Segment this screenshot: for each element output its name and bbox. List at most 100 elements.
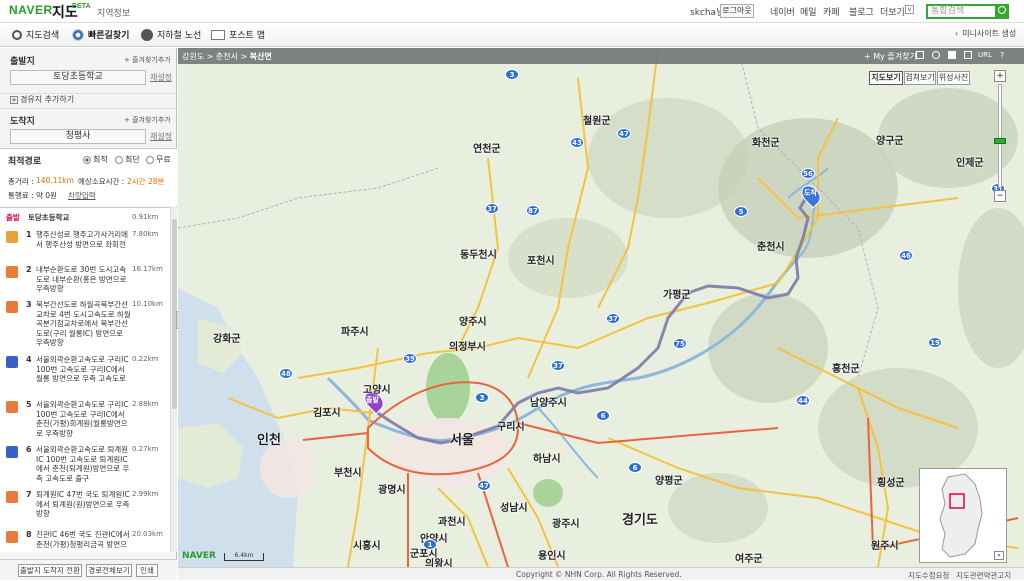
dest-label: 도착지 xyxy=(10,117,35,127)
zoom-track[interactable] xyxy=(998,84,1002,188)
tab-post-map[interactable]: 포스트 맵 xyxy=(211,28,265,41)
naver-logo[interactable]: NAVER xyxy=(9,3,53,17)
place-label[interactable]: 원주시 xyxy=(871,537,899,552)
breadcrumb-province[interactable]: 강원도 xyxy=(182,52,204,61)
origin-reset-link[interactable]: 재설정 xyxy=(150,72,172,83)
place-label[interactable]: 파주시 xyxy=(341,323,369,338)
place-label[interactable]: 양구군 xyxy=(876,132,904,147)
info-icon[interactable] xyxy=(932,51,940,59)
place-label[interactable]: 시흥시 xyxy=(353,537,381,552)
steps-scrollbar[interactable] xyxy=(170,207,177,552)
tab-route-finder[interactable]: 빠른길찾기 xyxy=(72,28,129,41)
dest-field[interactable]: 청평사 xyxy=(10,129,146,144)
nav-link-naver[interactable]: 네이버 xyxy=(770,5,795,18)
major-place-label[interactable]: 인천 xyxy=(257,429,281,448)
place-label[interactable]: 철원군 xyxy=(583,112,611,127)
help-icon[interactable]: ? xyxy=(1000,51,1004,60)
place-label[interactable]: 하남시 xyxy=(533,450,561,465)
chevron-down-icon[interactable]: v xyxy=(905,5,914,14)
route-step[interactable]: 1 행주산성로 행주고가사거리에서 행주산성 방면으로 좌회전 7.80km xyxy=(6,230,166,264)
map-terms-link[interactable]: 지도관련약관고지 xyxy=(956,570,1011,581)
place-label[interactable]: 강화군 xyxy=(213,330,241,345)
map-canvas[interactable]: 출발 도착 철원군 화천군 양구군 인제군 연천군 동두천시 포천시 춘천시 가평군 파주시 양주시… xyxy=(178,48,1024,567)
search-icon[interactable] xyxy=(995,4,1009,19)
option-optimal[interactable]: 최적 xyxy=(83,154,108,165)
route-step[interactable]: 4 서울외곽순환고속도로 구리IC 100번 고속도로 구리IC에서 월롱 방면으… xyxy=(6,355,166,389)
dest-reset-link[interactable]: 재설정 xyxy=(150,131,172,142)
nav-link-mail[interactable]: 메일 xyxy=(800,5,817,18)
nav-link-more[interactable]: 더보기 xyxy=(880,5,905,18)
place-label[interactable]: 홍천군 xyxy=(832,360,860,375)
major-place-label[interactable]: 경기도 xyxy=(622,509,658,528)
route-shield-icon: 37 xyxy=(551,360,565,371)
zoom-out-button[interactable]: − xyxy=(994,190,1006,202)
place-label[interactable]: 화천군 xyxy=(752,134,780,149)
place-label[interactable]: 남양주시 xyxy=(530,394,567,409)
add-waypoint-button[interactable]: + 경유지 추가하기 xyxy=(10,94,74,105)
place-label[interactable]: 부천시 xyxy=(334,464,362,479)
subway-icon xyxy=(141,28,153,41)
nav-link-blog[interactable]: 블로그 xyxy=(849,5,874,18)
tab-subway[interactable]: 지하철 노선 xyxy=(141,28,201,41)
place-label[interactable]: 과천시 xyxy=(438,513,466,528)
route-step[interactable]: 6 서울외곽순환고속도로 퇴계원IC 100번 고속도로 퇴계원IC에서 춘천(퇴… xyxy=(6,445,166,483)
overview-minimap[interactable]: » xyxy=(919,468,1007,563)
route-step[interactable]: 7 퇴계원IC 47번 국도 퇴계원IC에서 퇴계원(원)방면으로 우측방향 2.9… xyxy=(6,490,166,524)
place-label[interactable]: 양주시 xyxy=(459,313,487,328)
place-label[interactable]: 동두천시 xyxy=(460,246,497,261)
zoom-in-button[interactable]: + xyxy=(994,70,1006,82)
print-icon[interactable] xyxy=(916,51,924,59)
route-step[interactable]: 5 서울외곽순환고속도로 구리IC 100번 고속도로 구리IC에서 춘천(가평)… xyxy=(6,400,166,438)
place-label[interactable]: 광주시 xyxy=(552,515,580,530)
region-info-link[interactable]: 지역정보 xyxy=(97,6,130,19)
place-label[interactable]: 용인시 xyxy=(538,547,566,562)
place-label[interactable]: 광명시 xyxy=(378,481,406,496)
place-label[interactable]: 연천군 xyxy=(473,140,501,155)
zoom-slider-handle[interactable] xyxy=(994,138,1006,144)
url-button[interactable]: URL xyxy=(978,51,992,59)
minisite-link[interactable]: › 미니사이트 생성 xyxy=(955,28,1016,39)
logout-button[interactable]: 로그아웃 xyxy=(720,4,754,18)
satellite-view-button[interactable]: 위성사진 xyxy=(937,71,970,85)
place-label[interactable]: 춘천시 xyxy=(757,238,785,253)
view-full-route-button[interactable]: 경로전체보기 xyxy=(86,564,132,577)
tab-map-search[interactable]: 지도검색 xyxy=(12,28,59,41)
place-label[interactable]: 김포시 xyxy=(313,404,341,419)
overlay-view-button[interactable]: 겹쳐보기 xyxy=(904,71,936,85)
origin-field[interactable]: 토당초등학교 xyxy=(10,70,146,85)
route-step[interactable]: 8 진관IC 46번 국도 진관IC에서 춘천(가평)청평리금곡 방면으 20.03… xyxy=(6,530,166,552)
dest-fav-add[interactable]: + 즐겨찾기추가 xyxy=(124,115,171,125)
place-label[interactable]: 성남시 xyxy=(500,499,528,514)
map-view-button[interactable]: 지도보기 xyxy=(869,71,903,85)
place-label[interactable]: 포천시 xyxy=(527,252,555,267)
car-info-link[interactable]: 차량입력 xyxy=(68,190,96,201)
step-text: 서울외곽순환고속도로 퇴계원IC 100번 고속도로 퇴계원IC에서 춘천(퇴계… xyxy=(36,445,130,483)
place-label[interactable]: 인제군 xyxy=(956,154,984,169)
place-label[interactable]: 의정부시 xyxy=(449,338,486,353)
origin-section: 출발지 + 즐겨찾기추가 토당초등학교 재설정 xyxy=(0,48,177,94)
major-place-label[interactable]: 서울 xyxy=(450,429,474,448)
swap-origin-dest-button[interactable]: 출발지 도착지 전환 xyxy=(18,564,82,577)
origin-fav-add[interactable]: + 즐겨찾기추가 xyxy=(124,55,171,65)
route-step[interactable]: 2 내부순환도로 30번 도시고속도로 내부순환(홍은 방면으로 우측방향 16.1… xyxy=(6,265,166,299)
place-label[interactable]: 구리시 xyxy=(497,418,525,433)
option-shortest[interactable]: 최단 xyxy=(115,154,140,165)
nav-link-cafe[interactable]: 카페 xyxy=(823,5,840,18)
refresh-icon[interactable] xyxy=(964,51,972,59)
start-row[interactable]: 출발 토당초등학교 0.91km xyxy=(6,213,166,225)
route-step[interactable]: 3 북부간선도로 하월곡북부간선교차로 4번 도시고속도로 하월곡분기점교차로에서… xyxy=(6,300,166,347)
place-label[interactable]: 횡성군 xyxy=(877,474,905,489)
place-label[interactable]: 고양시 xyxy=(363,381,391,396)
place-label[interactable]: 여주군 xyxy=(735,550,763,565)
breadcrumb-district[interactable]: 북산면 xyxy=(250,52,272,61)
print-button[interactable]: 인쇄 xyxy=(136,564,158,577)
breadcrumb-city[interactable]: 춘천시 xyxy=(216,52,238,61)
option-free[interactable]: 무료 xyxy=(146,154,171,165)
save-icon[interactable] xyxy=(948,51,956,59)
place-label[interactable]: 의왕시 xyxy=(425,555,453,567)
my-favorites-button[interactable]: + My 즐겨찾기 xyxy=(864,51,917,62)
place-label[interactable]: 가평군 xyxy=(663,286,691,301)
map-edit-request-link[interactable]: 지도수정요청 xyxy=(908,570,949,581)
minimap-toggle-icon[interactable]: » xyxy=(994,551,1004,560)
place-label[interactable]: 양평군 xyxy=(655,472,683,487)
